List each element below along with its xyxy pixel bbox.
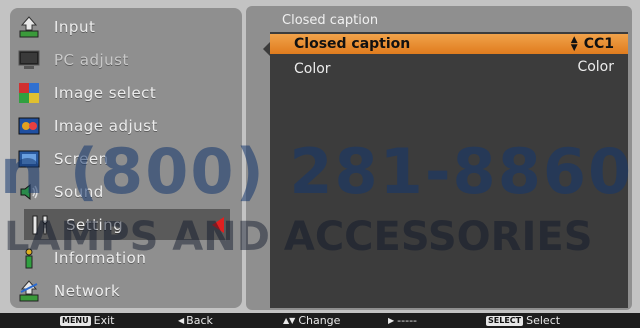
menu-key-icon: MENU <box>60 315 91 326</box>
color-label: Color <box>294 61 331 77</box>
closed-caption-value: CC1 <box>583 36 614 52</box>
up-down-icon: ▲▼ <box>283 316 296 325</box>
closed-caption-label: Closed caption <box>294 36 411 52</box>
change-hint: ▲▼ Change <box>283 314 341 327</box>
menu-label-network: Network <box>54 281 121 300</box>
back-hint: ◀ Back <box>178 314 213 327</box>
select-hint: SELECT Select <box>486 314 561 327</box>
image-adjust-icon <box>18 115 40 137</box>
network-icon <box>18 279 40 302</box>
menu-item-image-select[interactable]: Image select <box>12 77 240 108</box>
menu-label-image-adjust: Image adjust <box>54 116 158 135</box>
left-arrow-icon: ◀ <box>178 316 185 325</box>
bottom-hint-bar: MENU Exit ◀ Back ▲▼ Change ▶ ----- SELEC… <box>0 313 640 328</box>
closed-caption-row[interactable]: Closed caption ▲ ▼ CC1 <box>270 34 628 54</box>
menu-label-pc-adjust: PC adjust <box>54 50 129 69</box>
next-hint: ▶ ----- <box>388 314 418 327</box>
menu-item-input[interactable]: Input <box>12 11 240 42</box>
image-select-icon <box>18 82 40 104</box>
menu-label-image-select: Image select <box>54 83 157 102</box>
menu-label-input: Input <box>54 17 96 36</box>
pc-adjust-icon <box>18 49 40 71</box>
input-icon <box>18 15 40 38</box>
color-row[interactable]: Color Color <box>270 57 628 77</box>
watermark-phone: n (800) 281-8860 <box>0 135 634 208</box>
color-value: Color <box>577 59 614 75</box>
watermark-text: LAMPS AND ACCESSORIES <box>4 214 593 260</box>
exit-hint: MENU Exit <box>60 314 115 327</box>
submenu-title: Closed caption <box>282 13 379 28</box>
panel-pointer-icon <box>263 42 270 56</box>
up-down-arrows-icon: ▲ ▼ <box>570 35 578 53</box>
menu-item-network[interactable]: Network <box>12 275 240 306</box>
right-arrow-icon: ▶ <box>388 316 395 325</box>
select-key-icon: SELECT <box>486 315 524 326</box>
menu-item-pc-adjust[interactable]: PC adjust <box>12 44 240 75</box>
